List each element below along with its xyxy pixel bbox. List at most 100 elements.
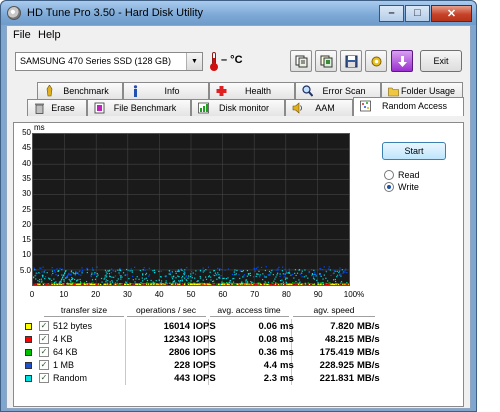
data-point bbox=[181, 269, 183, 271]
data-point bbox=[194, 273, 197, 275]
data-point bbox=[268, 270, 271, 273]
data-point bbox=[227, 277, 229, 279]
data-point bbox=[57, 275, 59, 277]
exit-button[interactable]: Exit bbox=[420, 50, 462, 72]
tab-health[interactable]: Health bbox=[209, 82, 295, 99]
data-point bbox=[312, 283, 314, 285]
data-point bbox=[282, 284, 285, 285]
data-point bbox=[324, 283, 326, 285]
data-point bbox=[67, 274, 69, 276]
data-point bbox=[121, 283, 124, 285]
data-point bbox=[265, 282, 267, 284]
data-point bbox=[314, 271, 316, 273]
write-radio-circle[interactable] bbox=[384, 182, 394, 192]
x-tick-label: 90 bbox=[313, 290, 323, 299]
tab-random-access[interactable]: Random Access bbox=[353, 97, 464, 116]
data-point bbox=[158, 279, 160, 281]
data-point bbox=[41, 271, 43, 273]
col-header-operations: operations / sec bbox=[135, 305, 196, 315]
data-point bbox=[40, 278, 43, 280]
data-point bbox=[249, 272, 251, 274]
data-point bbox=[92, 282, 94, 284]
data-point bbox=[336, 270, 338, 272]
data-point bbox=[120, 278, 122, 280]
minimize-button[interactable]: – bbox=[379, 5, 404, 22]
data-point bbox=[91, 283, 93, 285]
data-point bbox=[325, 277, 327, 279]
data-point bbox=[160, 276, 162, 278]
close-button[interactable]: ✕ bbox=[431, 5, 472, 22]
data-point bbox=[173, 275, 175, 277]
menu-help[interactable]: Help bbox=[38, 29, 61, 41]
data-point bbox=[129, 283, 131, 285]
data-point bbox=[99, 283, 102, 285]
series-checkbox[interactable]: ✓ bbox=[39, 334, 49, 344]
data-point bbox=[171, 276, 173, 278]
data-point bbox=[106, 276, 108, 278]
options-button[interactable] bbox=[365, 50, 387, 72]
data-point bbox=[143, 267, 145, 269]
data-point bbox=[124, 283, 126, 285]
series-color-swatch bbox=[25, 323, 32, 330]
data-point bbox=[283, 276, 285, 278]
tab-benchmark[interactable]: Benchmark bbox=[37, 82, 123, 99]
data-point bbox=[322, 269, 324, 271]
data-point bbox=[183, 274, 185, 276]
data-point bbox=[247, 283, 249, 285]
copy-text-button[interactable] bbox=[290, 50, 312, 72]
data-point bbox=[275, 276, 277, 278]
data-point bbox=[259, 274, 261, 276]
data-point bbox=[115, 283, 117, 285]
data-point bbox=[109, 281, 111, 283]
series-checkbox[interactable]: ✓ bbox=[39, 360, 49, 370]
data-point bbox=[86, 271, 88, 274]
save-button[interactable] bbox=[340, 50, 362, 72]
data-point bbox=[81, 283, 83, 285]
data-point bbox=[146, 282, 148, 284]
data-point bbox=[93, 283, 95, 285]
data-point bbox=[119, 269, 121, 271]
title-bar[interactable]: HD Tune Pro 3.50 - Hard Disk Utility – □… bbox=[1, 1, 476, 25]
data-point bbox=[229, 279, 231, 282]
data-point bbox=[201, 282, 203, 284]
chevron-down-icon[interactable]: ▼ bbox=[186, 53, 202, 70]
tab-erase[interactable]: Erase bbox=[27, 99, 87, 116]
tab-file-benchmark[interactable]: File Benchmark bbox=[87, 99, 191, 116]
data-point bbox=[59, 283, 61, 285]
maximize-button[interactable]: □ bbox=[405, 5, 430, 22]
data-point bbox=[101, 281, 103, 283]
data-point bbox=[178, 269, 180, 272]
app-window: HD Tune Pro 3.50 - Hard Disk Utility – □… bbox=[0, 0, 477, 412]
tab-disk-monitor[interactable]: Disk monitor bbox=[191, 99, 285, 116]
data-point bbox=[219, 275, 221, 277]
data-point bbox=[345, 283, 347, 285]
download-button[interactable] bbox=[391, 50, 413, 72]
menu-file[interactable]: File bbox=[13, 29, 31, 41]
drive-select[interactable]: SAMSUNG 470 Series SSD (128 GB) ▼ bbox=[15, 52, 203, 71]
data-point bbox=[346, 282, 348, 284]
window-title: HD Tune Pro 3.50 - Hard Disk Utility bbox=[27, 7, 204, 19]
data-point bbox=[296, 272, 299, 274]
series-checkbox[interactable]: ✓ bbox=[39, 373, 49, 383]
start-button[interactable]: Start bbox=[382, 142, 446, 160]
data-point bbox=[286, 283, 288, 285]
data-point bbox=[74, 282, 76, 284]
series-checkbox[interactable]: ✓ bbox=[39, 321, 49, 331]
data-point bbox=[196, 283, 199, 285]
tab-info[interactable]: Info bbox=[123, 82, 209, 99]
toolbar: SAMSUNG 470 Series SSD (128 GB) ▼ – °C E… bbox=[7, 44, 470, 82]
data-point bbox=[152, 281, 154, 283]
series-checkbox[interactable]: ✓ bbox=[39, 347, 49, 357]
read-radio-circle[interactable] bbox=[384, 170, 394, 180]
data-point bbox=[76, 272, 78, 274]
data-point bbox=[160, 270, 162, 272]
data-point bbox=[169, 273, 171, 275]
data-point bbox=[285, 270, 287, 272]
data-point bbox=[206, 283, 208, 285]
tab-aam[interactable]: AAM bbox=[285, 99, 353, 116]
data-point bbox=[325, 284, 328, 285]
data-point bbox=[255, 283, 258, 285]
data-point bbox=[162, 283, 164, 285]
copy-info-button[interactable] bbox=[315, 50, 337, 72]
data-point bbox=[183, 272, 185, 275]
